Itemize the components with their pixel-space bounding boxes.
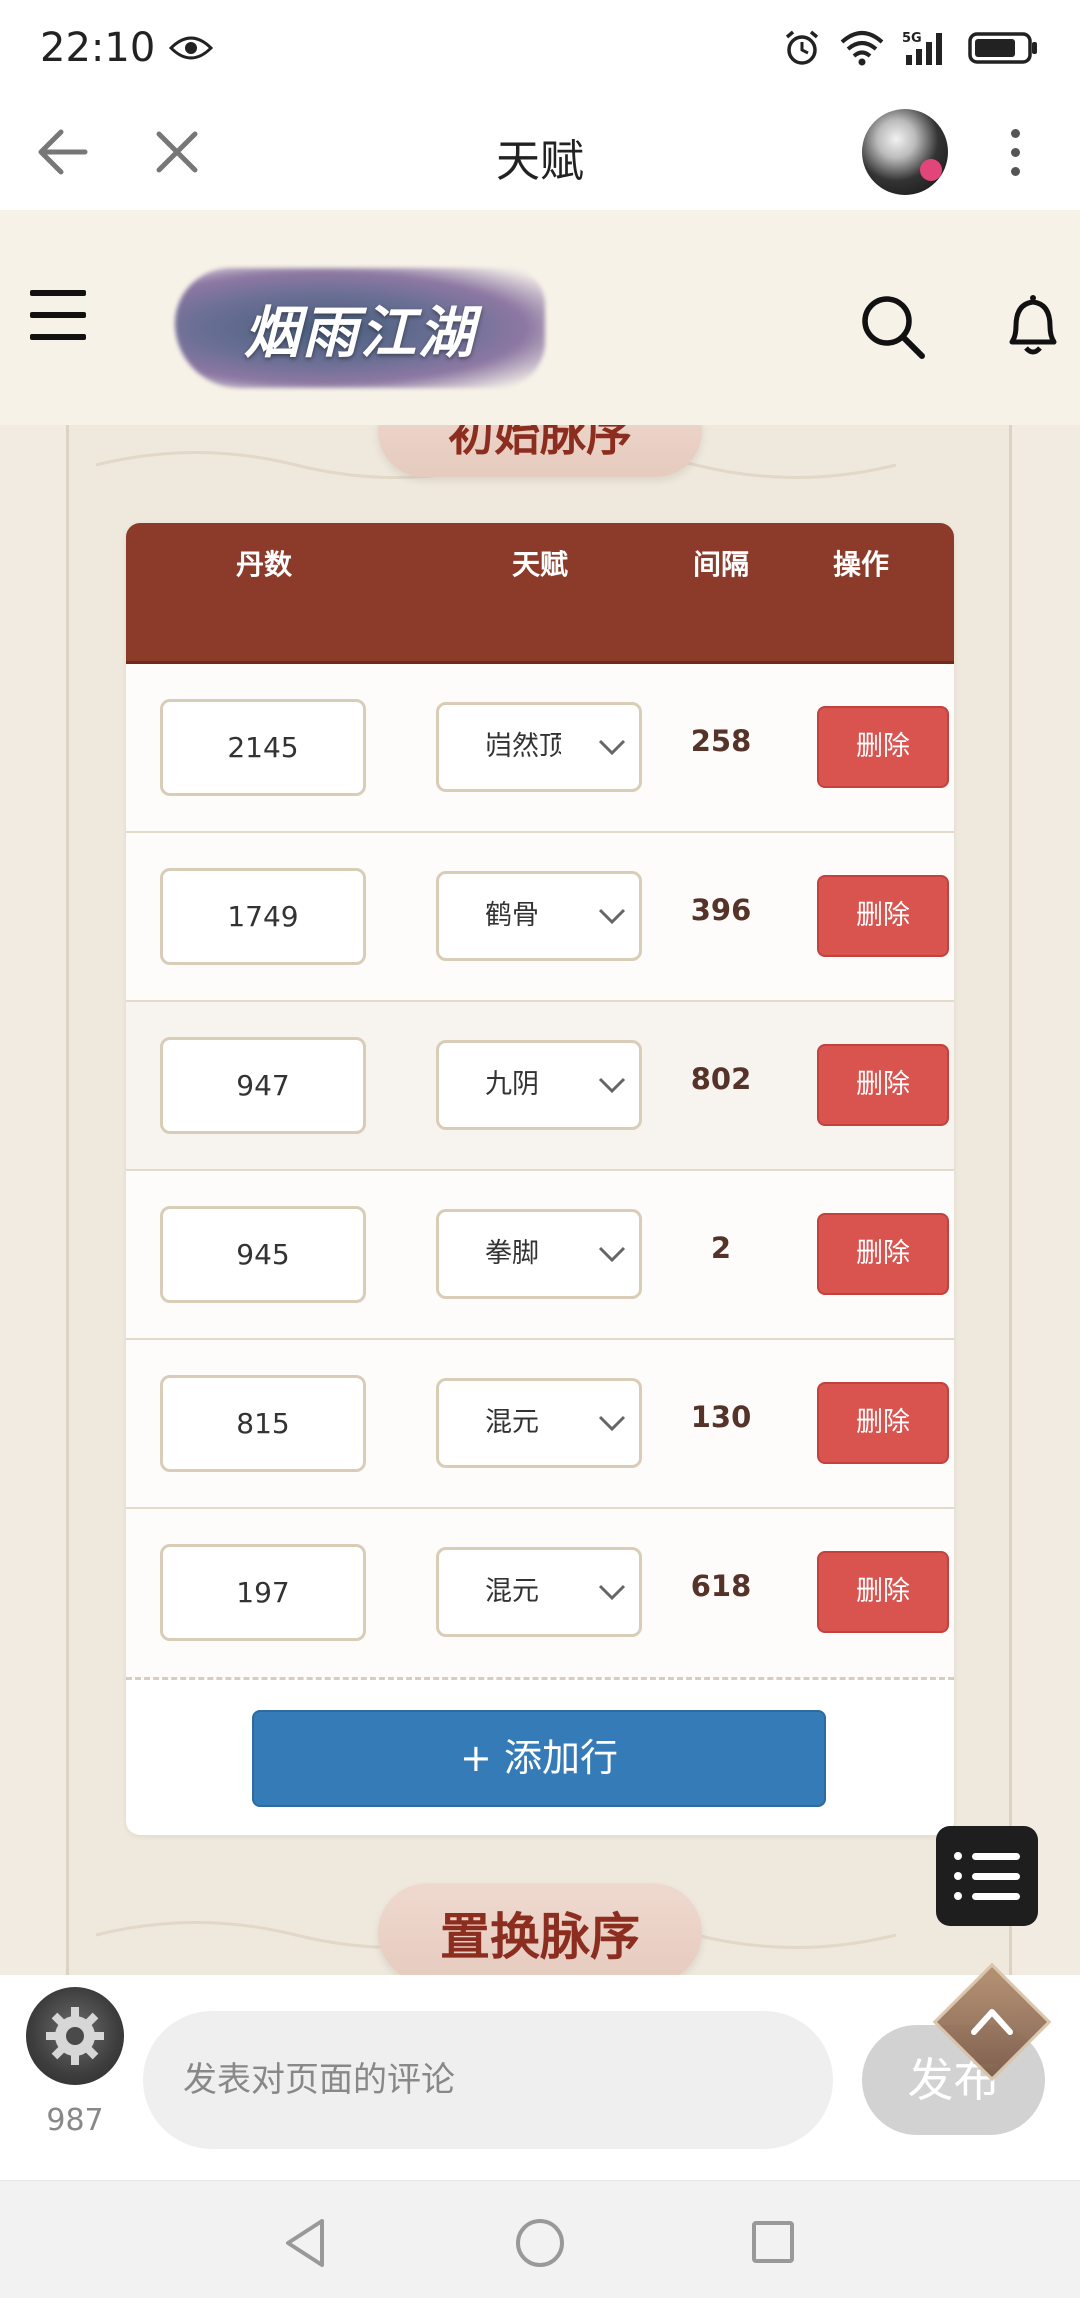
gap-value: 618	[690, 1569, 752, 1603]
talent-select-value: 拳脚	[485, 1238, 539, 1269]
table-row: 947 九阴 802 删除	[126, 1002, 954, 1171]
talent-table: 丹数 天赋 间隔 操作 2145 岿然顶 258 删除 1749 鹤骨 396 …	[126, 523, 954, 1835]
dan-input[interactable]: 2145	[160, 699, 366, 796]
system-nav-bar	[0, 2180, 1080, 2298]
alarm-icon	[785, 30, 819, 65]
back-arrow-icon	[38, 129, 88, 175]
talent-select-value: 九阴	[485, 1069, 539, 1100]
chevron-down-icon	[598, 1584, 626, 1601]
table-row: 815 混元 130 删除	[126, 1340, 954, 1509]
close-icon	[156, 131, 198, 173]
gap-value: 130	[690, 1400, 752, 1434]
header-dan: 丹数	[235, 548, 292, 581]
comment-bar: 987 发表对页面的评论 发布	[0, 1975, 1080, 2180]
dan-input[interactable]: 947	[160, 1037, 366, 1134]
content-area: 初始脉序 丹数 天赋 间隔 操作 2145 岿然顶 258 删除 1749 鹤骨…	[0, 425, 1080, 1975]
nav-back-icon[interactable]	[282, 2217, 330, 2269]
header-op: 操作	[832, 548, 889, 581]
talent-select[interactable]: 混元	[436, 1378, 642, 1468]
delete-button[interactable]: 删除	[817, 706, 949, 788]
network-label: 5G	[902, 31, 922, 46]
header-gap: 间隔	[692, 548, 749, 581]
talent-select[interactable]: 九阴	[436, 1040, 642, 1130]
chevron-down-icon	[598, 1246, 626, 1263]
chevron-down-icon	[598, 1077, 626, 1094]
status-bar: 22:10 5G	[0, 0, 1080, 95]
bell-icon[interactable]	[998, 290, 1068, 360]
logo-text: 烟雨江湖	[244, 299, 476, 366]
chevron-down-icon	[598, 739, 626, 756]
site-header: 烟雨江湖	[0, 210, 1080, 425]
talent-select-value: 混元	[485, 1576, 539, 1607]
status-time: 22:10	[40, 24, 156, 71]
close-button[interactable]	[142, 117, 212, 187]
dan-input[interactable]: 815	[160, 1375, 366, 1472]
table-row: 2145 岿然顶 258 删除	[126, 664, 954, 833]
section-title-initial: 初始脉序	[378, 425, 702, 477]
gear-graphic	[46, 2007, 104, 2065]
table-row: 197 混元 618 删除	[126, 1509, 954, 1678]
site-logo[interactable]: 烟雨江湖	[175, 268, 545, 388]
talent-select-value: 鹤骨	[485, 900, 539, 931]
delete-button[interactable]: 删除	[817, 1213, 949, 1295]
back-button[interactable]	[28, 117, 98, 187]
chevron-up-icon	[971, 2009, 1013, 2035]
talent-select[interactable]: 拳脚	[436, 1209, 642, 1299]
gap-value: 2	[710, 1231, 732, 1265]
avatar[interactable]	[862, 109, 948, 195]
gap-value: 802	[690, 1062, 752, 1096]
gap-value: 396	[690, 893, 752, 927]
more-button[interactable]	[995, 117, 1035, 187]
comment-count: 987	[46, 2103, 104, 2138]
gear-icon[interactable]	[26, 1987, 124, 2085]
delete-button[interactable]: 删除	[817, 875, 949, 957]
status-icons: 5G	[782, 28, 1040, 68]
dan-input[interactable]: 945	[160, 1206, 366, 1303]
talent-select[interactable]: 混元	[436, 1547, 642, 1637]
wifi-icon	[840, 30, 884, 65]
delete-button[interactable]: 删除	[817, 1044, 949, 1126]
menu-icon[interactable]	[30, 290, 86, 340]
talent-select[interactable]: 岿然顶	[436, 702, 642, 792]
delete-button[interactable]: 删除	[817, 1382, 949, 1464]
list-icon[interactable]	[936, 1826, 1038, 1926]
talent-select[interactable]: 鹤骨	[436, 871, 642, 961]
gap-value: 258	[690, 724, 752, 758]
talent-select-value: 混元	[485, 1407, 539, 1438]
chevron-down-icon	[598, 908, 626, 925]
table-row: 1749 鹤骨 396 删除	[126, 833, 954, 1002]
nav-recent-icon[interactable]	[752, 2221, 794, 2263]
chevron-down-icon	[598, 1415, 626, 1432]
header-talent: 天赋	[511, 548, 568, 581]
battery-icon	[968, 31, 1037, 64]
eye-icon	[169, 36, 214, 59]
table-header: 丹数 天赋 间隔 操作	[126, 523, 954, 664]
table-row: 945 拳脚 2 删除	[126, 1171, 954, 1340]
more-icon	[1010, 128, 1020, 138]
browser-toolbar: 天赋	[0, 95, 1080, 210]
search-icon[interactable]	[858, 292, 928, 362]
delete-button[interactable]: 删除	[817, 1551, 949, 1633]
talent-select-value: 岿然顶	[485, 731, 561, 762]
dan-input[interactable]: 1749	[160, 868, 366, 965]
dan-input[interactable]: 197	[160, 1544, 366, 1641]
signal-icon: 5G	[902, 31, 942, 65]
nav-home-icon[interactable]	[516, 2219, 564, 2267]
add-row-button[interactable]: + 添加行	[252, 1710, 826, 1807]
divider	[126, 1677, 954, 1680]
comment-input[interactable]: 发表对页面的评论	[143, 2011, 833, 2149]
section-title-swap: 置换脉序	[378, 1883, 702, 1975]
